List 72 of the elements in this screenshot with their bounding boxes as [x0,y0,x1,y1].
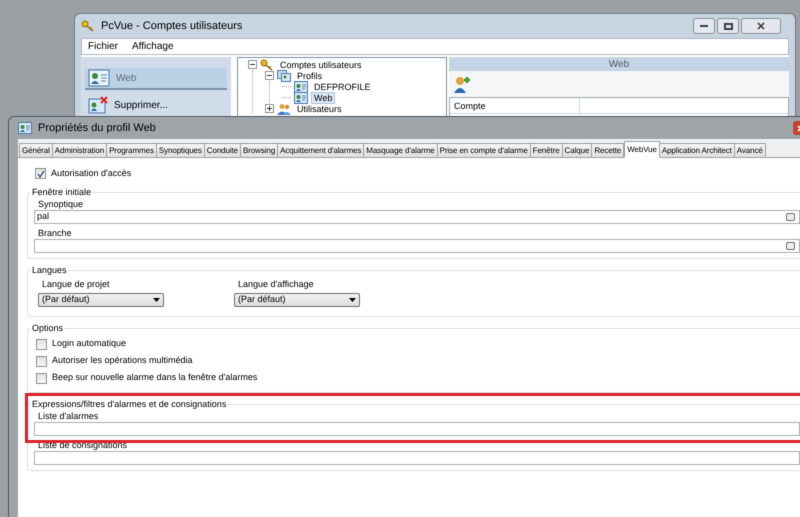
group-title: Expressions/filtres d'alarmes et de consignations [31,398,228,411]
select-label: Langue de projet [41,278,111,291]
browse-button[interactable] [786,213,795,221]
tab[interactable]: Fenêtre [530,143,563,158]
select-label: Langue d'affichage [237,278,315,291]
tree-item[interactable]: DEFPROFILE [311,80,374,92]
dropdown-arrow-icon [153,298,160,302]
dialog-title: Propriétés du profil Web [38,120,156,136]
dropdown[interactable]: (Par défaut) [234,293,360,307]
checkbox-label: Login automatique [52,337,126,350]
panel-header: Web [449,57,789,71]
browse-button[interactable] [786,242,795,250]
tab[interactable]: Administration [52,143,108,158]
check-icon [36,170,44,178]
field-label: Liste d'alarmes [37,411,100,422]
collapse-icon[interactable] [265,71,274,80]
checkbox[interactable] [35,168,46,180]
tree-item[interactable]: Profils [294,70,326,82]
group-title: Fenêtre initiale [31,186,92,198]
tab[interactable]: WebVue [624,141,660,158]
checkbox-label: Autoriser les opérations multimédia [52,354,193,368]
tab[interactable]: Acquittement d'alarmes [277,143,364,158]
group-title: Langues [31,264,68,277]
checkbox[interactable] [36,338,47,350]
column-header[interactable]: Compte [450,98,580,113]
tab[interactable]: Programmes [106,143,157,158]
text-field[interactable] [34,451,800,465]
menu-item[interactable]: Affichage [132,39,174,54]
text-field[interactable]: pal [34,210,800,224]
delete-profile-icon [88,96,108,114]
dropdown-arrow-icon [349,298,356,302]
text-field[interactable] [34,239,800,253]
checkbox[interactable] [36,356,47,366]
tree-item[interactable]: Utilisateurs [294,102,345,114]
collapse-icon[interactable] [248,60,257,69]
minimize-button[interactable] [693,18,715,34]
checkbox-label: Beep sur nouvelle alarme dans la fenêtre d'alarmes [52,371,258,384]
text-field[interactable] [34,422,800,436]
checkbox-label: Autorisation d'accès [51,167,132,180]
tab[interactable]: Synoptiques [156,143,205,158]
window-title: PcVue - Comptes utilisateurs [101,18,242,34]
maximize-button[interactable] [717,18,739,34]
profile-card-icon [88,69,110,87]
field-value: pal [37,210,50,224]
tab[interactable]: Général [19,143,53,158]
tree-item[interactable]: Comptes utilisateurs [277,58,365,70]
tab[interactable]: Avancé [734,143,766,158]
profiles-icon [277,70,291,82]
key-icon [260,58,274,70]
dropdown[interactable]: (Par défaut) [38,293,164,307]
tree-item[interactable]: Web [311,92,336,104]
expand-icon[interactable] [265,104,274,113]
add-user-icon[interactable] [453,75,471,93]
tab[interactable]: Application Architect [658,143,735,158]
users-icon [277,102,291,114]
group-title: Options [31,322,64,335]
profile-card-icon [294,92,308,104]
menu-item[interactable]: Fichier [88,39,118,54]
profile-card-icon [294,80,308,92]
key-icon [81,20,95,32]
tab[interactable]: Masquage d'alarme [363,143,438,158]
tab[interactable]: Prise en compte d'alarme [436,143,531,158]
sidebar-item[interactable]: Web [85,68,227,90]
close-icon [757,22,765,30]
field-label: Branche [37,228,73,239]
checkbox[interactable] [36,372,47,384]
profile-card-icon [18,122,32,134]
tab[interactable]: Browsing [240,143,278,158]
field-label: Synoptique [37,199,84,210]
tab[interactable]: Recette [591,143,624,158]
close-button[interactable] [741,18,781,34]
sidebar-item[interactable]: Supprimer... [85,94,227,116]
